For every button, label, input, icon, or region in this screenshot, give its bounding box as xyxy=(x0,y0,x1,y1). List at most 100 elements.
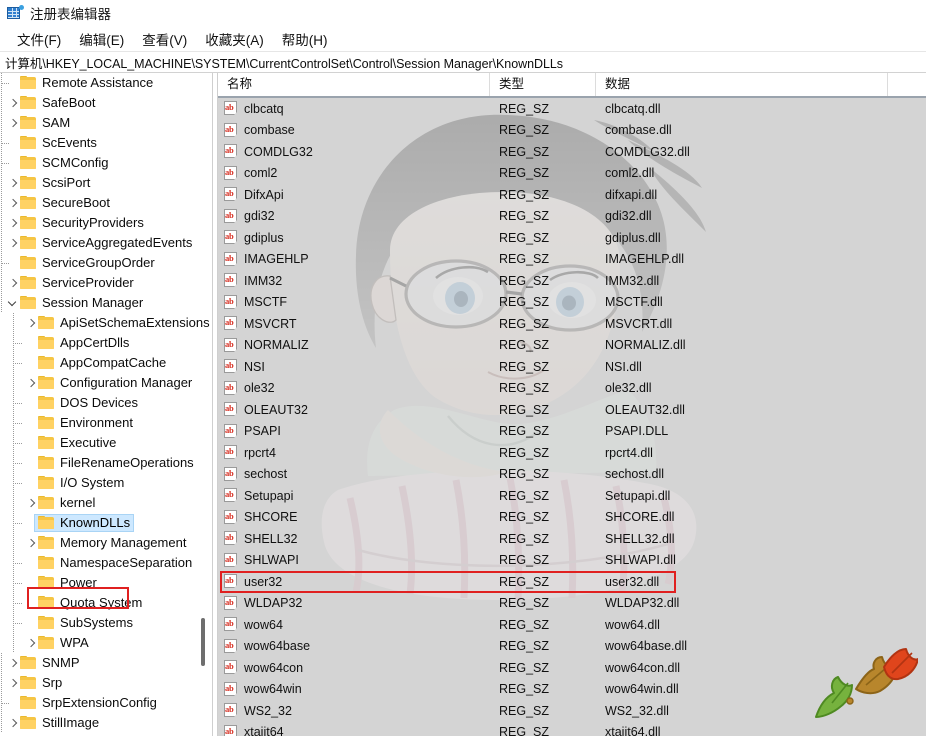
tree-item-filerenameoperations[interactable]: FileRenameOperations xyxy=(0,453,212,473)
table-row[interactable]: ab NORMALIZ REG_SZ NORMALIZ.dll xyxy=(218,335,926,357)
table-row[interactable]: ab wow64con REG_SZ wow64con.dll xyxy=(218,657,926,679)
chevron-right-icon[interactable] xyxy=(6,193,20,213)
folder-icon xyxy=(38,576,55,590)
table-row[interactable]: ab combase REG_SZ combase.dll xyxy=(218,120,926,142)
table-row[interactable]: ab wow64 REG_SZ wow64.dll xyxy=(218,614,926,636)
table-row[interactable]: ab MSCTF REG_SZ MSCTF.dll xyxy=(218,292,926,314)
table-row[interactable]: ab gdiplus REG_SZ gdiplus.dll xyxy=(218,227,926,249)
tree-item-session-manager[interactable]: Session Manager xyxy=(0,293,212,313)
tree-item-subsystems[interactable]: SubSystems xyxy=(0,613,212,633)
chevron-right-icon[interactable] xyxy=(24,373,38,393)
tree-item-safeboot[interactable]: SafeBoot xyxy=(0,93,212,113)
tree-item-secureboot[interactable]: SecureBoot xyxy=(0,193,212,213)
ab-string-value-icon: ab xyxy=(224,660,238,676)
tree-item-configuration-manager[interactable]: Configuration Manager xyxy=(0,373,212,393)
column-header-name[interactable]: 名称 xyxy=(218,73,490,96)
chevron-right-icon[interactable] xyxy=(6,673,20,693)
table-row[interactable]: ab SHELL32 REG_SZ SHELL32.dll xyxy=(218,528,926,550)
tree-item-appcertdlls[interactable]: AppCertDlls xyxy=(0,333,212,353)
table-row[interactable]: ab xtajit64 REG_SZ xtajit64.dll xyxy=(218,722,926,736)
table-row[interactable]: ab Setupapi REG_SZ Setupapi.dll xyxy=(218,485,926,507)
tree-scrollbar-thumb[interactable] xyxy=(201,618,205,666)
table-row[interactable]: ab wow64win REG_SZ wow64win.dll xyxy=(218,679,926,701)
registry-tree-pane[interactable]: Remote Assistance SafeBoot SAM ScEvents SCMC… xyxy=(0,73,212,736)
menu-view[interactable]: 查看(V) xyxy=(133,27,196,51)
tree-item-executive[interactable]: Executive xyxy=(0,433,212,453)
tree-item-securityproviders[interactable]: SecurityProviders xyxy=(0,213,212,233)
table-row[interactable]: ab ole32 REG_SZ ole32.dll xyxy=(218,378,926,400)
table-row[interactable]: ab gdi32 REG_SZ gdi32.dll xyxy=(218,206,926,228)
tree-item-serviceprovider[interactable]: ServiceProvider xyxy=(0,273,212,293)
tree-item-sam[interactable]: SAM xyxy=(0,113,212,133)
tree-item-srp[interactable]: Srp xyxy=(0,673,212,693)
value-data-cell: xtajit64.dll xyxy=(605,725,661,736)
chevron-right-icon[interactable] xyxy=(6,213,20,233)
column-header-data[interactable]: 数据 xyxy=(596,73,888,96)
chevron-right-icon[interactable] xyxy=(24,493,38,513)
tree-item-apisetschemaextensions[interactable]: ApiSetSchemaExtensions xyxy=(0,313,212,333)
table-row[interactable]: ab PSAPI REG_SZ PSAPI.DLL xyxy=(218,421,926,443)
tree-item-quota-system[interactable]: Quota System xyxy=(0,593,212,613)
table-row[interactable]: ab IMAGEHLP REG_SZ IMAGEHLP.dll xyxy=(218,249,926,271)
tree-item-power[interactable]: Power xyxy=(0,573,212,593)
chevron-right-icon[interactable] xyxy=(24,633,38,653)
chevron-right-icon[interactable] xyxy=(6,173,20,193)
table-row[interactable]: ab clbcatq REG_SZ clbcatq.dll xyxy=(218,98,926,120)
table-row[interactable]: ab WS2_32 REG_SZ WS2_32.dll xyxy=(218,700,926,722)
chevron-down-icon[interactable] xyxy=(6,293,20,313)
tree-item-i-o-system[interactable]: I/O System xyxy=(0,473,212,493)
address-bar[interactable]: 计算机\HKEY_LOCAL_MACHINE\SYSTEM\CurrentCon… xyxy=(0,52,926,73)
tree-item-knowndlls[interactable]: KnownDLLs xyxy=(0,513,212,533)
tree-item-servicegrouporder[interactable]: ServiceGroupOrder xyxy=(0,253,212,273)
tree-item-remote-assistance[interactable]: Remote Assistance xyxy=(0,73,212,93)
tree-item-appcompatcache[interactable]: AppCompatCache xyxy=(0,353,212,373)
menu-file[interactable]: 文件(F) xyxy=(8,27,70,51)
tree-item-scsiport[interactable]: ScsiPort xyxy=(0,173,212,193)
table-row[interactable]: ab IMM32 REG_SZ IMM32.dll xyxy=(218,270,926,292)
tree-item-dos-devices[interactable]: DOS Devices xyxy=(0,393,212,413)
chevron-right-icon[interactable] xyxy=(6,653,20,673)
chevron-right-icon[interactable] xyxy=(6,113,20,133)
table-row[interactable]: ab SHLWAPI REG_SZ SHLWAPI.dll xyxy=(218,550,926,572)
tree-item-scevents[interactable]: ScEvents xyxy=(0,133,212,153)
chevron-right-icon[interactable] xyxy=(6,233,20,253)
chevron-right-icon[interactable] xyxy=(6,93,20,113)
tree-scrollbar[interactable] xyxy=(201,73,206,736)
column-header-type[interactable]: 类型 xyxy=(490,73,596,96)
tree-item-stillimage[interactable]: StillImage xyxy=(0,713,212,733)
value-type-cell: REG_SZ xyxy=(499,531,550,546)
tree-item-srpextensionconfig[interactable]: SrpExtensionConfig xyxy=(0,693,212,713)
table-row[interactable]: ab user32 REG_SZ user32.dll xyxy=(218,571,926,593)
tree-item-kernel[interactable]: kernel xyxy=(0,493,212,513)
table-row[interactable]: ab wow64base REG_SZ wow64base.dll xyxy=(218,636,926,658)
tree-item-memory-management[interactable]: Memory Management xyxy=(0,533,212,553)
tree-indent-guides xyxy=(0,593,24,613)
table-row[interactable]: ab NSI REG_SZ NSI.dll xyxy=(218,356,926,378)
table-row[interactable]: ab COMDLG32 REG_SZ COMDLG32.dll xyxy=(218,141,926,163)
tree-item-namespaceseparation[interactable]: NamespaceSeparation xyxy=(0,553,212,573)
tree-item-scmconfig[interactable]: SCMConfig xyxy=(0,153,212,173)
tree-item-label: Session Manager xyxy=(42,295,144,310)
tree-item-environment[interactable]: Environment xyxy=(0,413,212,433)
chevron-right-icon[interactable] xyxy=(6,273,20,293)
tree-item-serviceaggregatedevents[interactable]: ServiceAggregatedEvents xyxy=(0,233,212,253)
chevron-right-icon[interactable] xyxy=(6,713,20,733)
table-row[interactable]: ab WLDAP32 REG_SZ WLDAP32.dll xyxy=(218,593,926,615)
table-row[interactable]: ab MSVCRT REG_SZ MSVCRT.dll xyxy=(218,313,926,335)
table-row[interactable]: ab rpcrt4 REG_SZ rpcrt4.dll xyxy=(218,442,926,464)
table-row[interactable]: ab SHCORE REG_SZ SHCORE.dll xyxy=(218,507,926,529)
menu-help[interactable]: 帮助(H) xyxy=(273,27,337,51)
menu-edit[interactable]: 编辑(E) xyxy=(70,27,133,51)
table-row[interactable]: ab DifxApi REG_SZ difxapi.dll xyxy=(218,184,926,206)
tree-item-wpa[interactable]: WPA xyxy=(0,633,212,653)
menu-favorites[interactable]: 收藏夹(A) xyxy=(196,27,273,51)
table-row[interactable]: ab OLEAUT32 REG_SZ OLEAUT32.dll xyxy=(218,399,926,421)
chevron-right-icon[interactable] xyxy=(24,313,38,333)
registry-values-list[interactable]: ab clbcatq REG_SZ clbcatq.dll ab combase REG_S… xyxy=(218,98,926,736)
table-row[interactable]: ab sechost REG_SZ sechost.dll xyxy=(218,464,926,486)
chevron-right-icon[interactable] xyxy=(24,533,38,553)
folder-icon xyxy=(20,176,37,190)
tree-item-snmp[interactable]: SNMP xyxy=(0,653,212,673)
value-data-cell: SHELL32.dll xyxy=(605,531,675,546)
table-row[interactable]: ab coml2 REG_SZ coml2.dll xyxy=(218,163,926,185)
